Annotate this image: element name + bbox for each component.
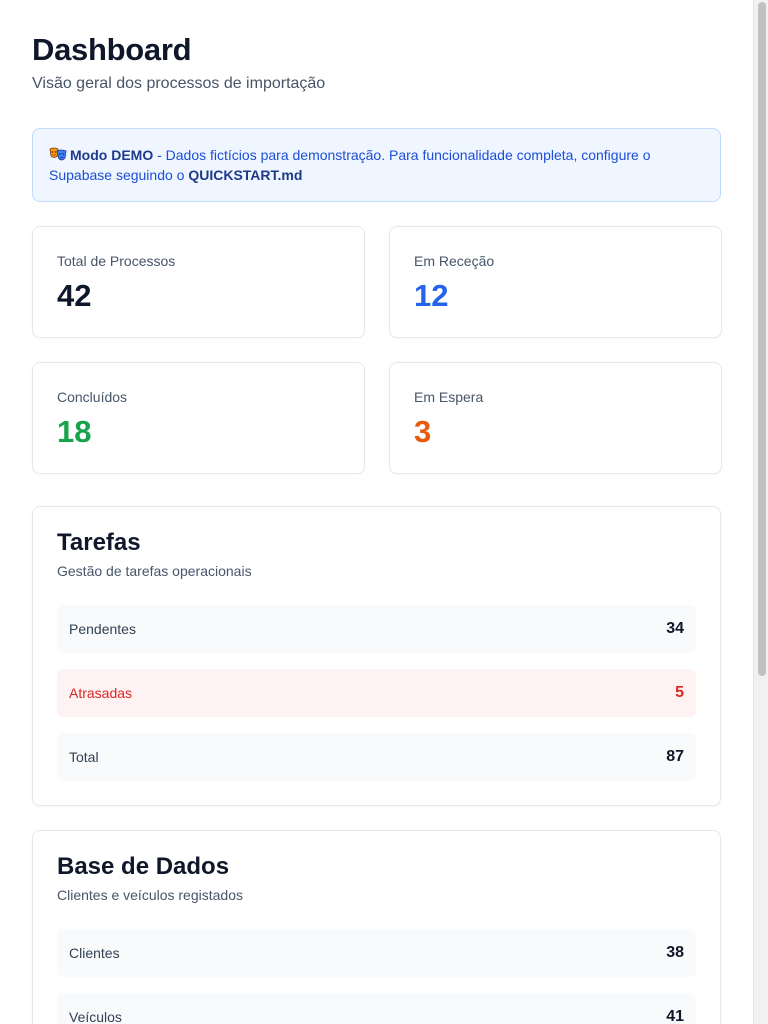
database-title: Base de Dados [57, 853, 230, 880]
row-label: Clientes [69, 945, 120, 961]
quickstart-link[interactable]: QUICKSTART.md [188, 167, 302, 183]
task-row-pending[interactable]: Pendentes 34 [57, 605, 696, 653]
database-row-clients[interactable]: Clientes 38 [57, 929, 696, 977]
database-panel: Base de Dados Clientes e veículos regist… [32, 830, 721, 1024]
task-row-overdue[interactable]: Atrasadas 5 [57, 669, 696, 717]
dashboard-page: Dashboard Visão geral dos processos de i… [0, 0, 753, 1024]
vertical-scrollbar[interactable] [753, 0, 768, 1024]
task-row-total[interactable]: Total 87 [57, 733, 696, 781]
row-value: 87 [666, 748, 684, 765]
stat-value: 12 [414, 278, 449, 313]
row-label: Total [69, 749, 99, 765]
stat-label: Concluídos [57, 389, 128, 405]
stat-value: 3 [414, 414, 432, 449]
demo-mode-label: Modo DEMO [70, 147, 154, 163]
row-value: 34 [666, 620, 684, 637]
stat-label: Em Receção [414, 253, 495, 269]
row-value: 38 [666, 944, 684, 961]
tasks-panel: Tarefas Gestão de tarefas operacionais P… [32, 506, 721, 806]
stat-label: Em Espera [414, 389, 484, 405]
row-label: Atrasadas [69, 685, 133, 701]
row-value: 41 [666, 1008, 684, 1024]
stat-card-on-hold: Em Espera 3 [389, 362, 722, 474]
page-title: Dashboard [32, 32, 192, 67]
stat-label: Total de Processos [57, 253, 176, 269]
tasks-title: Tarefas [57, 529, 141, 556]
stat-value: 42 [57, 278, 92, 313]
stat-card-total-processes: Total de Processos 42 [32, 226, 365, 338]
database-description: Clientes e veículos registados [57, 887, 243, 903]
row-value: 5 [675, 684, 684, 701]
theater-masks-icon [49, 147, 67, 163]
stat-card-in-reception: Em Receção 12 [389, 226, 722, 338]
stat-value: 18 [57, 414, 92, 449]
tasks-description: Gestão de tarefas operacionais [57, 563, 252, 579]
scrollbar-thumb[interactable] [758, 2, 766, 676]
row-label: Pendentes [69, 621, 136, 637]
demo-mode-banner: Modo DEMO - Dados fictícios para demonst… [32, 128, 721, 202]
row-label: Veículos [69, 1009, 122, 1024]
stat-card-completed: Concluídos 18 [32, 362, 365, 474]
page-subtitle: Visão geral dos processos de importação [32, 75, 326, 92]
database-row-vehicles[interactable]: Veículos 41 [57, 993, 696, 1024]
